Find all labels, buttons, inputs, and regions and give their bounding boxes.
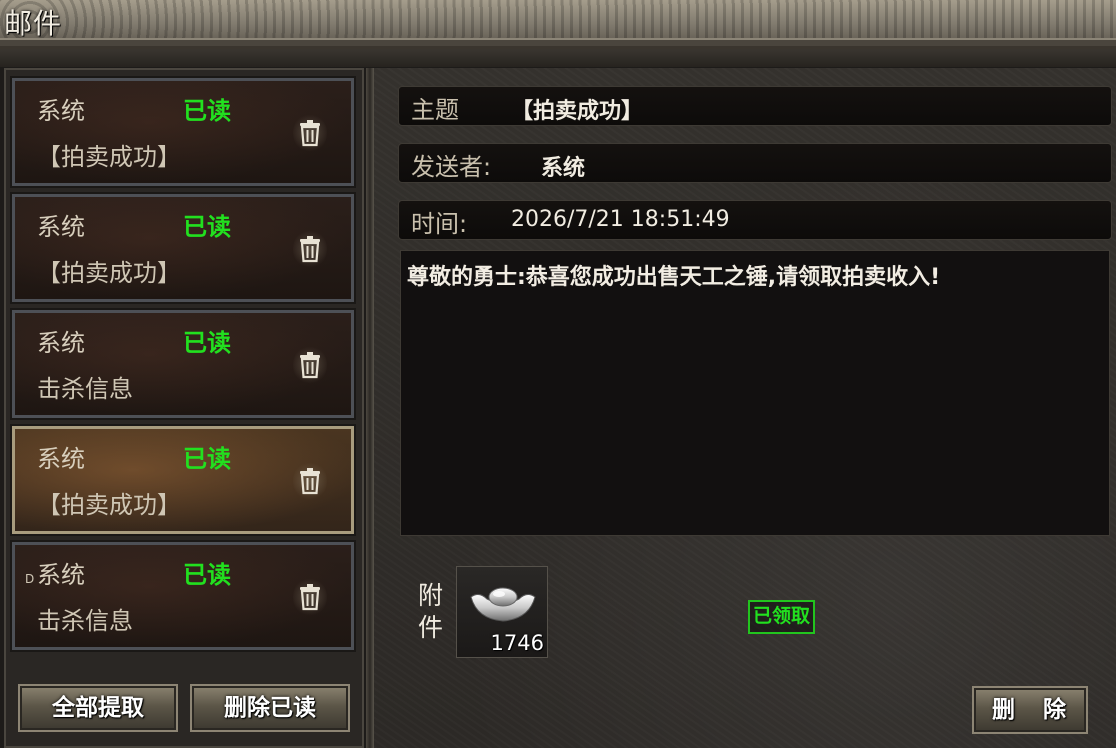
mail-body: 尊敬的勇士:恭喜您成功出售天工之锤,请领取拍卖收入! xyxy=(400,250,1110,536)
mail-read-status: 已读 xyxy=(183,97,231,125)
mail-list-item[interactable]: 系统 已读 【拍卖成功】 xyxy=(10,192,356,304)
mail-body-text: 尊敬的勇士:恭喜您成功出售天工之锤,请领取拍卖收入! xyxy=(407,265,941,290)
sender-field: 发送者: 系统 xyxy=(398,143,1112,183)
time-label: 时间: xyxy=(411,210,468,238)
mail-subject: 【拍卖成功】 xyxy=(37,491,181,519)
mail-sender: 系统 xyxy=(37,329,85,357)
mail-list-item[interactable]: 系统 已读 击杀信息 xyxy=(10,308,356,420)
frame-strip xyxy=(0,49,1116,67)
mail-subject: 击杀信息 xyxy=(37,375,133,403)
panel-divider xyxy=(366,68,374,748)
mail-subject: 击杀信息 xyxy=(37,607,133,635)
trash-icon[interactable] xyxy=(293,345,327,385)
subject-value: 【拍卖成功】 xyxy=(511,99,644,124)
subject-field: 主题 【拍卖成功】 xyxy=(398,86,1112,126)
mail-sender: 系统 xyxy=(37,97,85,125)
delete-read-button[interactable]: 删除已读 xyxy=(190,684,350,732)
claim-all-button[interactable]: 全部提取 xyxy=(18,684,178,732)
trash-icon[interactable] xyxy=(293,229,327,269)
attachment-count: 1746 xyxy=(490,631,544,655)
mail-read-status: 已读 xyxy=(183,329,231,357)
debug-marker: D xyxy=(25,572,35,586)
sender-label: 发送者: xyxy=(411,153,492,181)
mail-list-item-selected[interactable]: 系统 已读 【拍卖成功】 xyxy=(10,424,356,536)
time-value: 2026/7/21 18:51:49 xyxy=(511,207,730,232)
delete-button[interactable]: 删 除 xyxy=(972,686,1088,734)
mail-list-item[interactable]: 系统 已读 【拍卖成功】 xyxy=(10,76,356,188)
attachment-label: 附 件 xyxy=(418,580,448,644)
subject-label: 主题 xyxy=(411,96,459,124)
mail-detail-panel: 主题 【拍卖成功】 发送者: 系统 时间: 2026/7/21 18:51:49… xyxy=(374,68,1116,748)
window-title-bar: 邮件 xyxy=(0,0,1116,49)
trash-icon[interactable] xyxy=(293,577,327,617)
claimed-badge: 已领取 xyxy=(748,600,816,634)
attachment-label-line: 件 xyxy=(418,613,444,642)
mail-sender: 系统 xyxy=(37,561,85,589)
window-title: 邮件 xyxy=(4,7,63,40)
mail-sender: 系统 xyxy=(37,445,85,473)
mail-subject: 【拍卖成功】 xyxy=(37,259,181,287)
time-field: 时间: 2026/7/21 18:51:49 xyxy=(398,200,1112,240)
trash-icon[interactable] xyxy=(293,113,327,153)
sender-value: 系统 xyxy=(541,156,586,181)
mail-sender: 系统 xyxy=(37,213,85,241)
mail-read-status: 已读 xyxy=(183,213,231,241)
silver-ingot-icon xyxy=(470,587,536,622)
attachment-slot[interactable]: 1746 xyxy=(456,566,548,658)
mail-subject: 【拍卖成功】 xyxy=(37,143,181,171)
mail-read-status: 已读 xyxy=(183,561,231,589)
mail-list-item[interactable]: 系统 已读 击杀信息 xyxy=(10,540,356,652)
trash-icon[interactable] xyxy=(293,461,327,501)
mail-read-status: 已读 xyxy=(183,445,231,473)
attachment-label-line: 附 xyxy=(418,581,444,610)
